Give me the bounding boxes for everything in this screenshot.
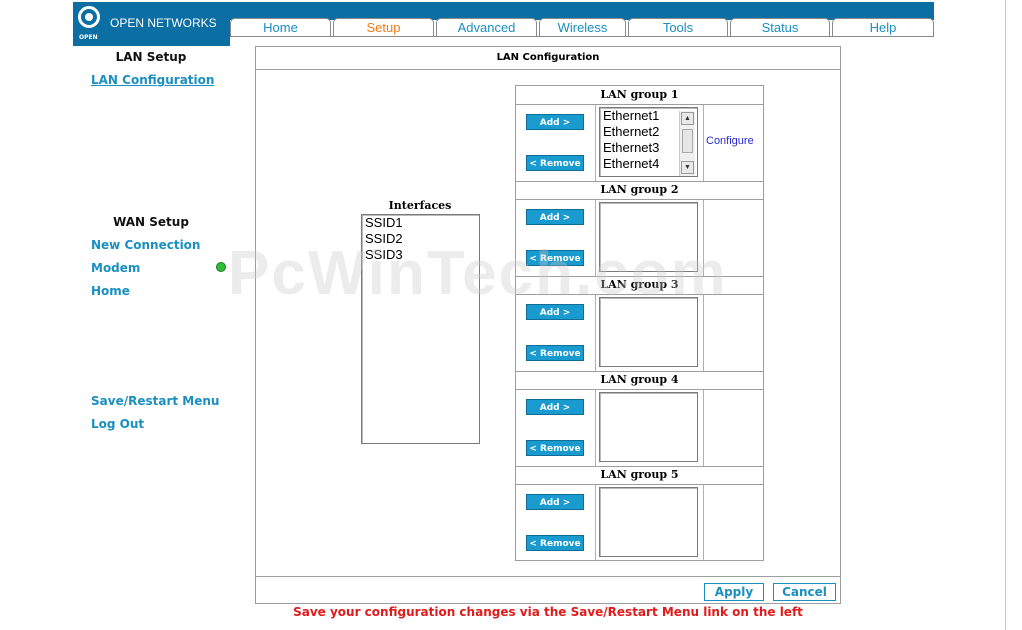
group-4-remove-button[interactable]: < Remove [526, 440, 584, 456]
tab-help[interactable]: Help [832, 18, 934, 37]
cancel-button[interactable]: Cancel [773, 583, 836, 601]
wan-setup-heading: WAN Setup [113, 215, 189, 229]
group-2-add-button[interactable]: Add > [526, 209, 584, 225]
scroll-up-icon[interactable]: ▲ [681, 112, 694, 125]
tab-home[interactable]: Home [230, 18, 331, 37]
cell-divider [595, 105, 596, 181]
tab-wireless[interactable]: Wireless [539, 18, 626, 37]
cell-divider [703, 200, 704, 276]
group-5-add-button[interactable]: Add > [526, 494, 584, 510]
apply-button[interactable]: Apply [704, 583, 764, 601]
lan-group-1-heading: LAN group 1 [516, 86, 763, 105]
cell-divider [595, 390, 596, 466]
cell-divider [703, 105, 704, 181]
interfaces-title: Interfaces [388, 199, 452, 212]
lan-group-2-heading: LAN group 2 [516, 181, 763, 200]
interface-option[interactable]: SSID3 [362, 247, 479, 263]
scroll-thumb[interactable] [682, 129, 693, 153]
group-2-remove-button[interactable]: < Remove [526, 250, 584, 266]
cell-divider [595, 485, 596, 560]
tab-setup[interactable]: Setup [333, 18, 434, 37]
lan-group-5-heading: LAN group 5 [516, 466, 763, 485]
open-logo-icon [78, 6, 100, 28]
interface-option[interactable]: SSID1 [362, 215, 479, 231]
cell-divider [703, 295, 704, 371]
group-5-listbox[interactable] [599, 487, 698, 557]
group-1-scrollbar[interactable]: ▲ ▼ [679, 111, 695, 176]
group-1-add-button[interactable]: Add > [526, 114, 584, 130]
lan-setup-heading: LAN Setup [115, 50, 187, 64]
modem-status-icon [216, 262, 226, 272]
logo-text: OPEN [79, 34, 98, 41]
save-restart-link[interactable]: Save/Restart Menu [91, 394, 219, 408]
group-4-add-button[interactable]: Add > [526, 399, 584, 415]
home-link[interactable]: Home [91, 284, 130, 298]
lan-configuration-link[interactable]: LAN Configuration [91, 73, 214, 87]
new-connection-link[interactable]: New Connection [91, 238, 200, 252]
brand-name: OPEN NETWORKS [110, 16, 217, 30]
tab-advanced[interactable]: Advanced [436, 18, 537, 37]
tab-tools[interactable]: Tools [628, 18, 728, 37]
modem-link[interactable]: Modem [91, 261, 140, 275]
cell-divider [595, 295, 596, 371]
lan-group-4-heading: LAN group 4 [516, 371, 763, 390]
interface-option[interactable]: SSID2 [362, 231, 479, 247]
save-notice: Save your configuration changes via the … [293, 605, 803, 619]
panel-title: LAN Configuration [256, 47, 840, 70]
cell-divider [703, 485, 704, 560]
cell-divider [595, 200, 596, 276]
group-3-add-button[interactable]: Add > [526, 304, 584, 320]
logout-link[interactable]: Log Out [91, 417, 144, 431]
group-4-listbox[interactable] [599, 392, 698, 462]
scroll-down-icon[interactable]: ▼ [681, 161, 694, 174]
panel-footer-divider [256, 576, 840, 577]
window-edge [1005, 0, 1006, 630]
group-1-listbox[interactable]: Ethernet1 Ethernet2 Ethernet3 Ethernet4 … [599, 107, 698, 177]
interfaces-listbox[interactable]: SSID1 SSID2 SSID3 [361, 214, 480, 444]
group-3-listbox[interactable] [599, 297, 698, 367]
configure-link[interactable]: Configure [706, 135, 754, 147]
lan-group-3-heading: LAN group 3 [516, 276, 763, 295]
tab-status[interactable]: Status [730, 18, 830, 37]
brand-logo: OPEN OPEN NETWORKS [73, 2, 230, 46]
group-5-remove-button[interactable]: < Remove [526, 535, 584, 551]
group-1-remove-button[interactable]: < Remove [526, 155, 584, 171]
cell-divider [703, 390, 704, 466]
group-3-remove-button[interactable]: < Remove [526, 345, 584, 361]
tab-divider [230, 36, 934, 37]
group-2-listbox[interactable] [599, 202, 698, 272]
